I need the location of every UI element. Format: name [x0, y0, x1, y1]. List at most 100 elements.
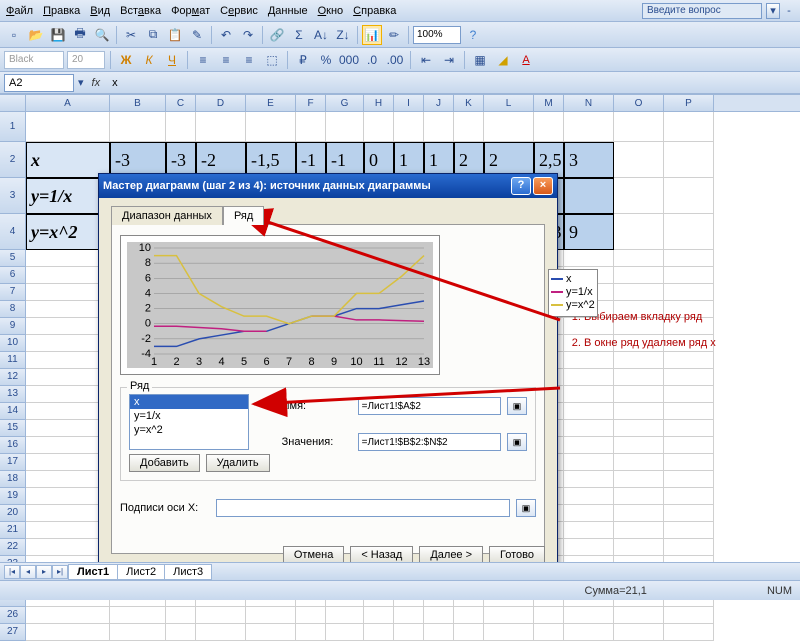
dialog-help-button[interactable]: ?: [511, 177, 531, 195]
col-header-A[interactable]: A: [26, 95, 110, 111]
font-select[interactable]: [4, 51, 64, 69]
decrease-indent-icon[interactable]: ⇤: [416, 50, 436, 70]
col-header-N[interactable]: N: [564, 95, 614, 111]
zoom-select[interactable]: 100%: [413, 26, 461, 44]
increase-indent-icon[interactable]: ⇥: [439, 50, 459, 70]
minimize-dash[interactable]: -: [784, 5, 794, 17]
sort-desc-icon[interactable]: Z↓: [333, 25, 353, 45]
ref-button-xaxis[interactable]: ▣: [516, 499, 536, 517]
save-icon[interactable]: 💾: [48, 25, 68, 45]
row-header[interactable]: 1: [0, 112, 26, 142]
paste-icon[interactable]: 📋: [165, 25, 185, 45]
row-header[interactable]: 15: [0, 420, 26, 437]
row-header[interactable]: 19: [0, 488, 26, 505]
col-header-L[interactable]: L: [484, 95, 534, 111]
col-header-K[interactable]: K: [454, 95, 484, 111]
add-series-button[interactable]: Добавить: [129, 454, 200, 472]
menu-format[interactable]: Формат: [171, 5, 210, 17]
tab-nav-first[interactable]: |◂: [4, 565, 20, 579]
row-header[interactable]: 17: [0, 454, 26, 471]
row-header[interactable]: 11: [0, 352, 26, 369]
undo-icon[interactable]: ↶: [216, 25, 236, 45]
sort-asc-icon[interactable]: A↓: [311, 25, 331, 45]
align-left-icon[interactable]: ≡: [193, 50, 213, 70]
formula-input[interactable]: x: [108, 74, 796, 92]
align-center-icon[interactable]: ≡: [216, 50, 236, 70]
select-all-corner[interactable]: [0, 95, 26, 111]
row-header[interactable]: 20: [0, 505, 26, 522]
col-header-O[interactable]: O: [614, 95, 664, 111]
menu-edit[interactable]: Правка: [43, 5, 80, 17]
row-header[interactable]: 10: [0, 335, 26, 352]
bold-icon[interactable]: Ж: [116, 50, 136, 70]
series-list-item[interactable]: y=x^2: [130, 423, 248, 437]
sheet-tab-3[interactable]: Лист3: [164, 564, 212, 580]
row-header[interactable]: 21: [0, 522, 26, 539]
borders-icon[interactable]: ▦: [470, 50, 490, 70]
row-header[interactable]: 8: [0, 301, 26, 318]
menu-insert[interactable]: Вставка: [120, 5, 161, 17]
col-header-J[interactable]: J: [424, 95, 454, 111]
table-cell[interactable]: 3: [564, 142, 614, 178]
tab-data-range[interactable]: Диапазон данных: [111, 206, 223, 225]
series-listbox[interactable]: xy=1/xy=x^2: [129, 394, 249, 450]
tab-nav-prev[interactable]: ◂: [20, 565, 36, 579]
currency-icon[interactable]: ₽: [293, 50, 313, 70]
dialog-close-button[interactable]: ×: [533, 177, 553, 195]
percent-icon[interactable]: %: [316, 50, 336, 70]
row-header[interactable]: 18: [0, 471, 26, 488]
col-header-G[interactable]: G: [326, 95, 364, 111]
row-header[interactable]: 9: [0, 318, 26, 335]
row-header[interactable]: 16: [0, 437, 26, 454]
col-header-C[interactable]: C: [166, 95, 196, 111]
table-cell[interactable]: [564, 178, 614, 214]
col-header-P[interactable]: P: [664, 95, 714, 111]
hyperlink-icon[interactable]: 🔗: [267, 25, 287, 45]
col-header-H[interactable]: H: [364, 95, 394, 111]
fill-color-icon[interactable]: ◢: [493, 50, 513, 70]
help-dropdown[interactable]: ▾: [766, 3, 780, 19]
sheet-tab-1[interactable]: Лист1: [68, 564, 118, 580]
menu-view[interactable]: Вид: [90, 5, 110, 17]
italic-icon[interactable]: К: [139, 50, 159, 70]
series-list-item[interactable]: y=1/x: [130, 409, 248, 423]
col-header-I[interactable]: I: [394, 95, 424, 111]
print-icon[interactable]: 🖶: [70, 25, 90, 45]
font-color-icon[interactable]: A: [516, 50, 536, 70]
row-header[interactable]: 12: [0, 369, 26, 386]
fontsize-select[interactable]: [67, 51, 105, 69]
autosum-icon[interactable]: Σ: [289, 25, 309, 45]
dialog-titlebar[interactable]: Мастер диаграмм (шаг 2 из 4): источник д…: [99, 174, 557, 198]
series-values-input[interactable]: [358, 433, 501, 451]
menu-file[interactable]: Файл: [6, 5, 33, 17]
delete-series-button[interactable]: Удалить: [206, 454, 270, 472]
row-header[interactable]: 13: [0, 386, 26, 403]
name-box[interactable]: A2: [4, 74, 74, 92]
open-icon[interactable]: 📂: [26, 25, 46, 45]
table-cell[interactable]: 9: [564, 214, 614, 250]
menu-tools[interactable]: Сервис: [220, 5, 258, 17]
row-header[interactable]: 22: [0, 539, 26, 556]
redo-icon[interactable]: ↷: [238, 25, 258, 45]
menu-help[interactable]: Справка: [353, 5, 396, 17]
menu-window[interactable]: Окно: [318, 5, 344, 17]
decrease-decimal-icon[interactable]: .00: [385, 50, 405, 70]
x-axis-labels-input[interactable]: [216, 499, 510, 517]
series-name-input[interactable]: [358, 397, 501, 415]
underline-icon[interactable]: Ч: [162, 50, 182, 70]
row-header[interactable]: 27: [0, 624, 26, 641]
row-header[interactable]: 6: [0, 267, 26, 284]
merge-icon[interactable]: ⬚: [262, 50, 282, 70]
ref-button-name[interactable]: ▣: [507, 397, 527, 415]
tab-series[interactable]: Ряд: [223, 206, 264, 225]
col-header-D[interactable]: D: [196, 95, 246, 111]
increase-decimal-icon[interactable]: .0: [362, 50, 382, 70]
row-header[interactable]: 7: [0, 284, 26, 301]
tab-nav-last[interactable]: ▸|: [52, 565, 68, 579]
comma-icon[interactable]: 000: [339, 50, 359, 70]
row-header[interactable]: 14: [0, 403, 26, 420]
tab-nav-next[interactable]: ▸: [36, 565, 52, 579]
col-header-F[interactable]: F: [296, 95, 326, 111]
align-right-icon[interactable]: ≡: [239, 50, 259, 70]
cut-icon[interactable]: ✂: [121, 25, 141, 45]
